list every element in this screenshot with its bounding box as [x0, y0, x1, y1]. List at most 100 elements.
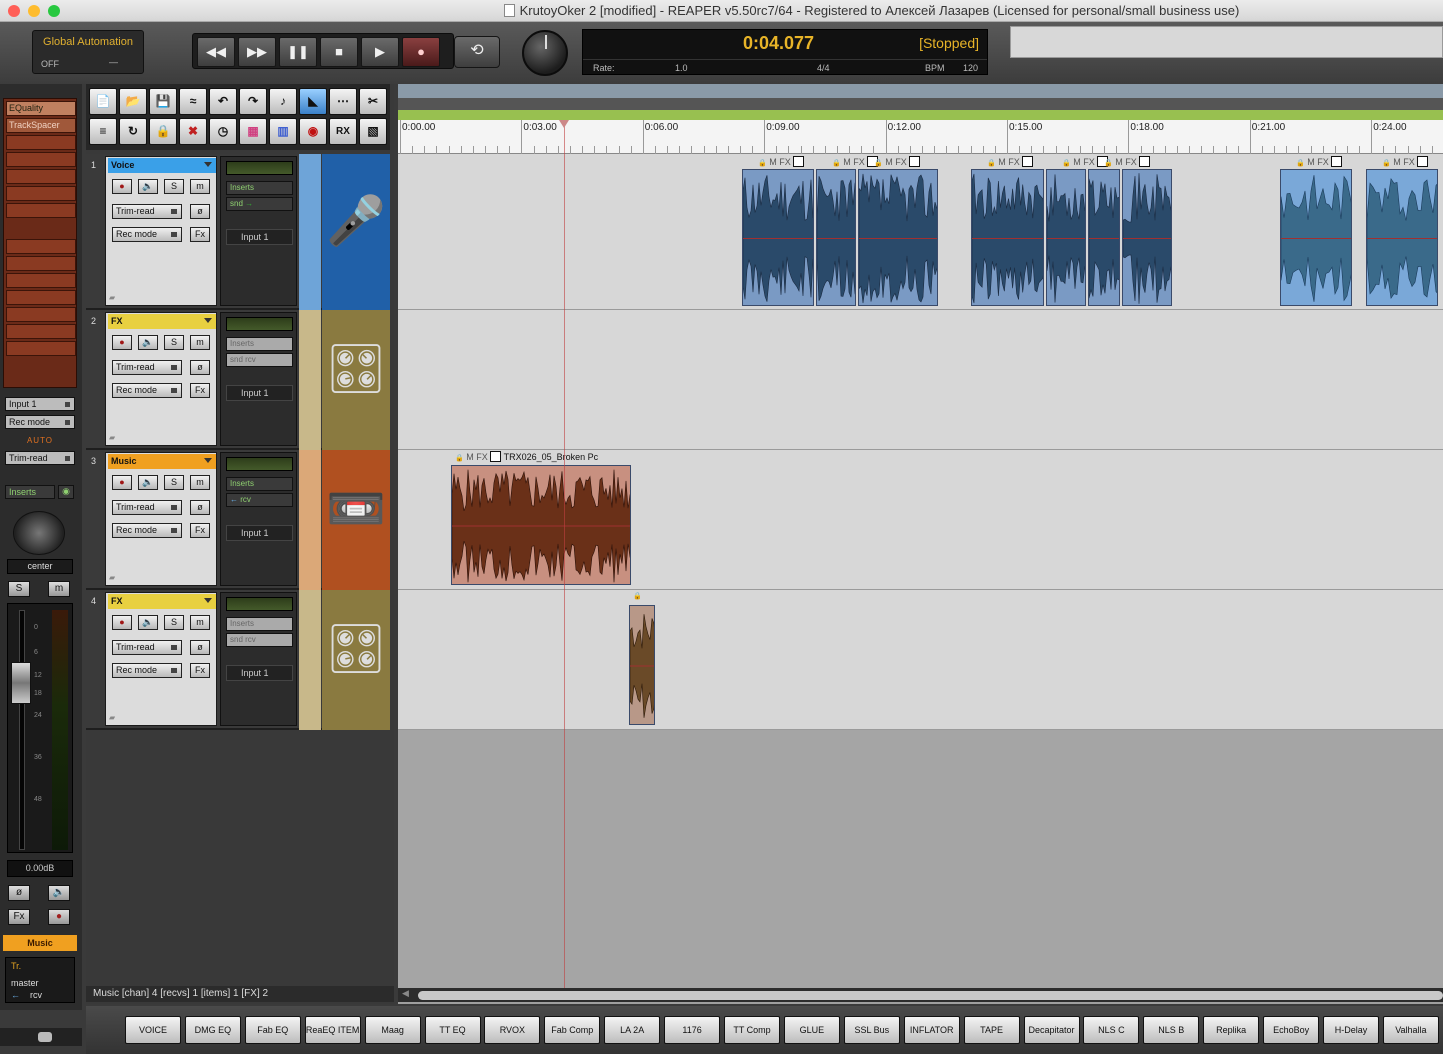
tape-machine-icon[interactable]: 📼: [322, 450, 390, 590]
rewind-button[interactable]: ◀◀: [197, 37, 235, 67]
fx-slot-empty[interactable]: [6, 341, 76, 356]
save-project-icon[interactable]: 💾: [149, 88, 177, 115]
item-mute-label[interactable]: M: [843, 157, 851, 167]
lock-icon[interactable]: 🔒: [1104, 160, 1113, 167]
fx-shortcut-button[interactable]: NLS C: [1083, 1016, 1140, 1044]
render-icon[interactable]: ◷: [209, 118, 237, 145]
item-fx-label[interactable]: FX: [1083, 157, 1095, 167]
media-item[interactable]: [1088, 169, 1120, 306]
item-header[interactable]: 🔒 M FX: [1104, 156, 1151, 167]
track-lane-fx[interactable]: [398, 310, 1443, 450]
media-item[interactable]: [1046, 169, 1086, 306]
envelope-icon[interactable]: [490, 451, 502, 462]
track-row[interactable]: 1 Voice ● 🔈 Sm Trim-read ø Rec mode Fx ▰ Inserts sn…: [86, 154, 390, 310]
monitor-icon[interactable]: 🔈: [48, 885, 70, 901]
fx-slot-empty[interactable]: [6, 135, 76, 150]
fx-shortcut-button[interactable]: TAPE: [963, 1016, 1020, 1044]
envelope-icon[interactable]: [909, 156, 921, 167]
loop-icon[interactable]: ↻: [119, 118, 147, 145]
fx-shortcut-button[interactable]: EchoBoy: [1263, 1016, 1320, 1044]
global-automation-off-button[interactable]: OFF: [41, 59, 59, 69]
fx-shortcut-button[interactable]: LA 2A: [604, 1016, 661, 1044]
fx-slot-empty[interactable]: [6, 186, 76, 201]
fx-shortcut-button[interactable]: 1176: [664, 1016, 721, 1044]
item-fx-label[interactable]: FX: [1403, 157, 1415, 167]
folder-icon[interactable]: ▰: [109, 573, 115, 582]
media-item[interactable]: [1280, 169, 1352, 306]
record-button[interactable]: ●: [402, 37, 440, 67]
media-item[interactable]: [816, 169, 856, 306]
rec-mode-button[interactable]: Rec mode: [5, 415, 75, 429]
mute-button[interactable]: m: [190, 615, 210, 630]
fx-shortcut-button[interactable]: Fab EQ: [244, 1016, 301, 1044]
track-row[interactable]: 4 FX ● 🔈 Sm Trim-read ø Rec mode Fx ▰ Inserts snd r…: [86, 590, 390, 730]
fx-slot-empty[interactable]: [6, 290, 76, 305]
fx-shortcut-button[interactable]: VOICE: [125, 1016, 181, 1044]
fx-slot-empty[interactable]: [6, 273, 76, 288]
lock-icon[interactable]: 🔒: [874, 160, 883, 167]
media-item[interactable]: [1122, 169, 1172, 306]
track-name-field[interactable]: FX: [108, 594, 216, 609]
lock-icon[interactable]: 🔒: [1062, 160, 1071, 167]
fx-slot-empty[interactable]: [6, 203, 76, 218]
item-mute-label[interactable]: M: [1307, 157, 1315, 167]
envelope-icon[interactable]: [1139, 156, 1151, 167]
input-select[interactable]: Input 1: [226, 229, 293, 245]
fx-media-item[interactable]: [629, 605, 655, 725]
microphone-icon[interactable]: 🎤: [322, 154, 390, 310]
track-name-field[interactable]: Voice: [108, 158, 216, 173]
fx-shortcut-button[interactable]: NLS B: [1143, 1016, 1200, 1044]
folder-icon[interactable]: ▰: [109, 293, 115, 302]
color-icon[interactable]: ▦: [239, 118, 267, 145]
item-header[interactable]: 🔒 M FX TRX026_05_Broken Pc: [455, 451, 598, 462]
forward-button[interactable]: ▶▶: [238, 37, 276, 67]
edit-cursor-marker[interactable]: [559, 120, 569, 128]
open-project-icon[interactable]: 📂: [119, 88, 147, 115]
chevron-down-icon[interactable]: [204, 598, 212, 603]
send-receive-button[interactable]: snd rcv: [226, 633, 293, 647]
inserts-button[interactable]: Inserts: [226, 477, 293, 491]
repeat-toggle-button[interactable]: ⟲: [454, 36, 500, 68]
solo-button[interactable]: S: [164, 179, 184, 194]
track-color-swatch[interactable]: [299, 590, 321, 730]
fx-shortcut-button[interactable]: SSL Bus: [843, 1016, 900, 1044]
fx-shortcut-button[interactable]: Fab Comp: [544, 1016, 601, 1044]
track-row[interactable]: 2 FX ● 🔈 Sm Trim-read ø Rec mode Fx ▰ Inserts snd r…: [86, 310, 390, 450]
spectrum-icon[interactable]: ▥: [269, 118, 297, 145]
monitor-button[interactable]: 🔈: [138, 335, 158, 350]
monitor-button[interactable]: 🔈: [138, 615, 158, 630]
input-select[interactable]: Input 1: [226, 665, 293, 681]
item-mute-label[interactable]: M: [885, 157, 893, 167]
inserts-button[interactable]: Inserts: [226, 617, 293, 631]
record-arm-button[interactable]: ●: [112, 615, 132, 630]
fx-shortcut-button[interactable]: RVOX: [484, 1016, 541, 1044]
redo-icon[interactable]: ↷: [239, 88, 267, 115]
envelope-icon[interactable]: ≈: [179, 88, 207, 115]
mute-button[interactable]: m: [48, 581, 70, 597]
ripple-edit-icon[interactable]: ✂: [359, 88, 387, 115]
rate-value[interactable]: 1.0: [675, 63, 688, 73]
record-arm-button[interactable]: ●: [112, 179, 132, 194]
media-item[interactable]: [971, 169, 1044, 306]
region-marker-lane[interactable]: [398, 84, 1443, 98]
mute-button[interactable]: m: [190, 475, 210, 490]
pan-value[interactable]: center: [7, 559, 73, 574]
item-header[interactable]: 🔒 M FX: [874, 156, 921, 167]
media-item[interactable]: [858, 169, 938, 306]
track-name-field[interactable]: Music: [108, 454, 216, 469]
record-arm-button[interactable]: ●: [48, 909, 70, 925]
phase-button[interactable]: ø: [190, 500, 210, 515]
track-color-swatch[interactable]: [299, 154, 321, 310]
fx-shortcut-button[interactable]: H-Delay: [1323, 1016, 1379, 1044]
item-fx-label[interactable]: FX: [1008, 157, 1020, 167]
envelope-icon[interactable]: [1331, 156, 1343, 167]
mixer-icon[interactable]: ≡: [89, 118, 117, 145]
routing-panel[interactable]: Tr. master ← rcv: [5, 957, 75, 1003]
fx-shortcut-button[interactable]: TT EQ: [424, 1016, 481, 1044]
inserts-bypass-icon[interactable]: ◉: [58, 485, 74, 499]
solo-button[interactable]: S: [164, 335, 184, 350]
solo-button[interactable]: S: [8, 581, 30, 597]
fx-button[interactable]: Fx: [190, 227, 210, 242]
fx-shortcut-button[interactable]: INFLATOR: [903, 1016, 960, 1044]
tempo-lane[interactable]: [398, 110, 1443, 120]
